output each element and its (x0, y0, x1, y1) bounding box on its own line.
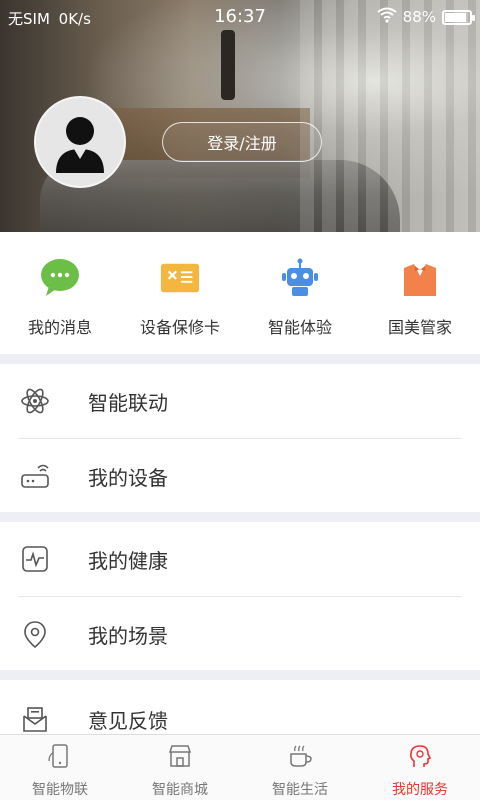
menu-group-personal: 我的健康 我的场景 (0, 522, 480, 671)
section-gap (0, 670, 480, 680)
nav-label: 我的服务 (392, 782, 448, 798)
nav-label: 智能商城 (152, 782, 208, 798)
quick-action-messages[interactable]: 我的消息 (0, 232, 120, 354)
feedback-envelope-icon (20, 704, 68, 734)
butler-icon (400, 258, 440, 298)
atom-icon (20, 386, 68, 416)
menu-item-my-health[interactable]: 我的健康 (0, 522, 480, 596)
login-register-button[interactable]: 登录/注册 (162, 122, 322, 162)
menu-item-label: 智能联动 (88, 390, 168, 415)
nav-smart-life[interactable]: 智能生活 (240, 735, 360, 800)
banner-curtain (300, 0, 480, 232)
banner-lamp (221, 30, 235, 100)
quick-action-smart-experience[interactable]: 智能体验 (240, 232, 360, 354)
warranty-card-icon (160, 258, 200, 298)
menu-item-label: 我的场景 (88, 623, 168, 648)
router-icon (20, 461, 68, 491)
menu-item-feedback[interactable]: 意见反馈 (0, 682, 480, 734)
status-right: 88% (377, 7, 475, 27)
menu-item-label: 我的健康 (88, 548, 168, 573)
menu-item-label: 我的设备 (88, 465, 168, 490)
menu-item-label: 意见反馈 (88, 708, 168, 733)
menu-group-devices: 智能联动 我的设备 (0, 364, 480, 513)
nav-my-services[interactable]: 我的服务 (360, 735, 480, 800)
avatar[interactable] (34, 96, 126, 188)
login-register-label: 登录/注册 (207, 134, 277, 153)
status-bar: 无SIM 0K/s 16:37 88% (0, 0, 480, 34)
quick-action-label: 智能体验 (267, 318, 332, 337)
section-gap (0, 512, 480, 522)
profile-head-icon (407, 743, 433, 773)
quick-action-butler[interactable]: 国美管家 (360, 232, 480, 354)
health-pulse-icon (20, 544, 68, 574)
quick-action-label: 设备保修卡 (139, 318, 220, 337)
quick-action-label: 国美管家 (387, 318, 452, 337)
coffee-cup-icon (287, 743, 313, 773)
menu-group-feedback: 意见反馈 (0, 680, 480, 734)
nav-smart-iot[interactable]: 智能物联 (0, 735, 120, 800)
menu-item-smart-linkage[interactable]: 智能联动 (0, 364, 480, 438)
store-icon (167, 743, 193, 773)
battery-fill (445, 12, 467, 22)
location-pin-icon (20, 619, 68, 649)
wifi-icon (377, 7, 397, 27)
nav-label: 智能生活 (272, 782, 328, 798)
phone-icon (47, 743, 73, 773)
message-bubble-icon (40, 258, 80, 298)
battery-percent: 88% (402, 8, 436, 26)
robot-icon (280, 258, 320, 298)
quick-actions: 我的消息 设备保修卡 智能体验 国美管家 (0, 232, 480, 354)
menu-item-my-devices[interactable]: 我的设备 (0, 439, 480, 513)
section-gap (0, 354, 480, 364)
quick-action-warranty-card[interactable]: 设备保修卡 (120, 232, 240, 354)
bottom-navigation: 智能物联 智能商城 智能生活 我的服务 (0, 734, 480, 800)
battery-icon (442, 9, 475, 25)
nav-label: 智能物联 (32, 782, 88, 798)
menu-item-my-scenes[interactable]: 我的场景 (0, 597, 480, 671)
nav-smart-store[interactable]: 智能商城 (120, 735, 240, 800)
user-silhouette-icon (56, 117, 104, 173)
quick-action-label: 我的消息 (27, 318, 92, 337)
